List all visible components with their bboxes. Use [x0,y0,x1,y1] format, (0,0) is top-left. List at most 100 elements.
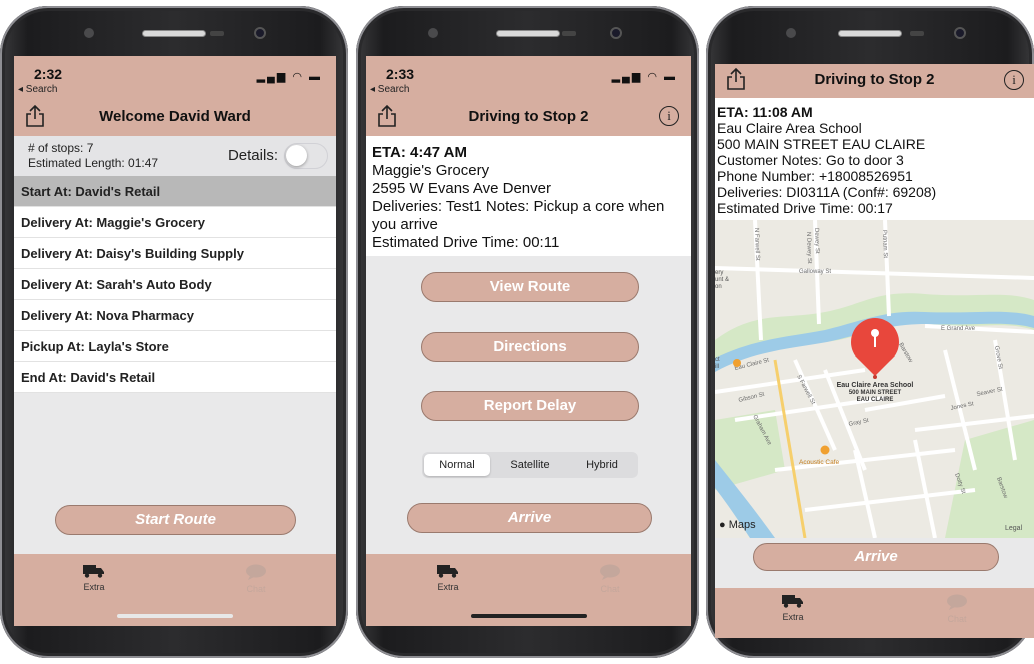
status-bar: 2:33 ◂ Search ▂▄▆ ◠ ▬ [366,56,691,98]
eta-text: ETA: 11:08 AM [717,104,813,120]
map-type-control: Normal Satellite Hybrid [422,452,638,478]
page-title: Driving to Stop 2 [468,108,589,125]
stop-row[interactable]: Delivery At: Daisy's Building Supply [14,238,336,269]
street-label: N Dewey St [805,232,812,264]
map-type-normal[interactable]: Normal [424,454,490,476]
pin-label-title: Eau Claire Area School [837,382,914,389]
street-label: Putnam St [881,230,888,259]
tab-extra[interactable]: Extra [418,564,478,592]
stop-row[interactable]: Delivery At: Sarah's Auto Body [14,269,336,300]
tab-chat[interactable]: Chat [580,564,640,594]
info-icon[interactable]: i [1004,70,1024,90]
tab-extra-label: Extra [437,582,459,592]
street-label: Galloway St [799,269,831,275]
status-icons: ▂▄▆ ◠ ▬ [611,71,677,83]
poi-label: Acoustic Cafe [799,459,839,466]
phone-frame-1: 2:32 ◂ Search ▂▄▆ ◠ ▬ Welcome David Ward… [0,6,348,658]
street-label: Dewey St [813,228,820,254]
map-type-hybrid[interactable]: Hybrid [568,454,636,476]
proximity-sensor [84,28,94,38]
details-toggle[interactable] [284,143,328,169]
home-indicator [117,614,233,618]
back-to-search-link[interactable]: ◂ Search [370,84,409,95]
tab-bar: Extra Chat [366,554,691,626]
tab-extra-label: Extra [782,612,804,622]
chat-bubble-icon [246,564,266,580]
front-camera [610,27,622,39]
legal-link[interactable]: Legal [1005,525,1023,532]
map-edge-label: unt & [715,277,729,283]
poi-marker-icon [733,359,741,367]
tab-chat-label: Chat [947,614,967,624]
nav-bar: Driving to Stop 2 i [366,98,691,136]
phone-number: Phone Number: +18008526951 [717,168,913,184]
cafe-marker-icon[interactable] [820,445,830,455]
back-to-search-link[interactable]: ◂ Search [18,84,57,95]
page-title: Welcome David Ward [99,108,251,125]
map-edge-label: ery [715,270,723,276]
street-label: N Farwell St [753,228,760,261]
nav-bar: Welcome David Ward [14,98,336,136]
estimated-length: Estimated Length: 01:47 [28,156,159,170]
start-route-button[interactable]: Start Route [55,505,296,535]
arrive-button[interactable]: Arrive [407,503,652,533]
toggle-knob [286,145,307,166]
stop-row[interactable]: Delivery At: Nova Pharmacy [14,300,336,331]
tab-extra[interactable]: Extra [763,594,823,622]
pin-label-address: 500 MAIN STREET [849,390,902,396]
earpiece-speaker [838,30,902,37]
customer-notes: Customer Notes: Go to door 3 [717,152,904,168]
map-edge-label: ct [715,357,720,363]
stop-row[interactable]: Start At: David's Retail [14,176,336,207]
stop-info-card: ETA: 4:47 AM Maggie's Grocery 2595 W Eva… [366,136,691,256]
deliveries-text: Deliveries: Test1 Notes: Pickup a core w… [372,198,665,233]
view-route-button[interactable]: View Route [421,272,639,302]
front-camera [254,27,266,39]
chat-bubble-icon [600,564,620,580]
truck-icon [83,565,104,578]
map-canvas[interactable]: Galloway St E Grand Ave Eau Claire St Gi… [715,220,1034,538]
nav-bar: Driving to Stop 2 i [715,64,1034,98]
report-delay-button[interactable]: Report Delay [421,391,639,421]
status-bar: 2:32 ◂ Search ▂▄▆ ◠ ▬ [14,56,336,98]
stop-row[interactable]: End At: David's Retail [14,362,336,393]
proximity-sensor [428,28,438,38]
pin-label-city: EAU CLAIRE [857,397,894,403]
map-edge-label: ill [715,364,719,370]
drive-time: Estimated Drive Time: 00:17 [717,200,893,216]
truck-icon [437,565,458,578]
stop-address: 2595 W Evans Ave Denver [372,180,551,197]
stop-address: 500 MAIN STREET EAU CLAIRE [717,136,926,152]
street-label: E Grand Ave [941,326,976,332]
phone-frame-3: Driving to Stop 2 i ETA: 11:08 AM Eau Cl… [706,6,1034,658]
directions-button[interactable]: Directions [421,332,639,362]
home-indicator [470,614,587,618]
stop-row[interactable]: Pickup At: Layla's Store [14,331,336,362]
arrive-button[interactable]: Arrive [753,543,999,571]
tab-extra-label: Extra [83,582,105,592]
route-map[interactable]: Galloway St E Grand Ave Eau Claire St Gi… [715,220,1034,538]
drive-time: Estimated Drive Time: 00:11 [372,234,560,251]
tab-chat[interactable]: Chat [226,564,286,594]
chat-bubble-icon [947,594,967,610]
stop-name: Maggie's Grocery [372,162,490,179]
status-time: 2:32 [34,66,63,82]
stop-info-card: ETA: 11:08 AM Eau Claire Area School 500… [715,98,1034,220]
details-label: Details: [227,147,278,164]
tab-extra[interactable]: Extra [64,564,124,592]
proximity-sensor [786,28,796,38]
map-type-satellite[interactable]: Satellite [496,454,564,476]
front-camera [954,27,966,39]
info-icon[interactable]: i [659,106,679,126]
route-summary: # of stops: 7 Estimated Length: 01:47 De… [14,136,336,176]
screen-route-overview: 2:32 ◂ Search ▂▄▆ ◠ ▬ Welcome David Ward… [14,56,336,626]
eta-text: ETA: 4:47 AM [372,144,468,161]
sensor-dots [562,31,576,36]
status-time: 2:33 [386,66,415,82]
phone-frame-2: 2:33 ◂ Search ▂▄▆ ◠ ▬ Driving to Stop 2 … [356,6,699,658]
tab-chat-label: Chat [246,584,266,594]
stop-row[interactable]: Delivery At: Maggie's Grocery [14,207,336,238]
stop-count: # of stops: 7 [28,141,94,155]
stop-name: Eau Claire Area School [717,120,862,136]
tab-chat[interactable]: Chat [927,594,987,624]
